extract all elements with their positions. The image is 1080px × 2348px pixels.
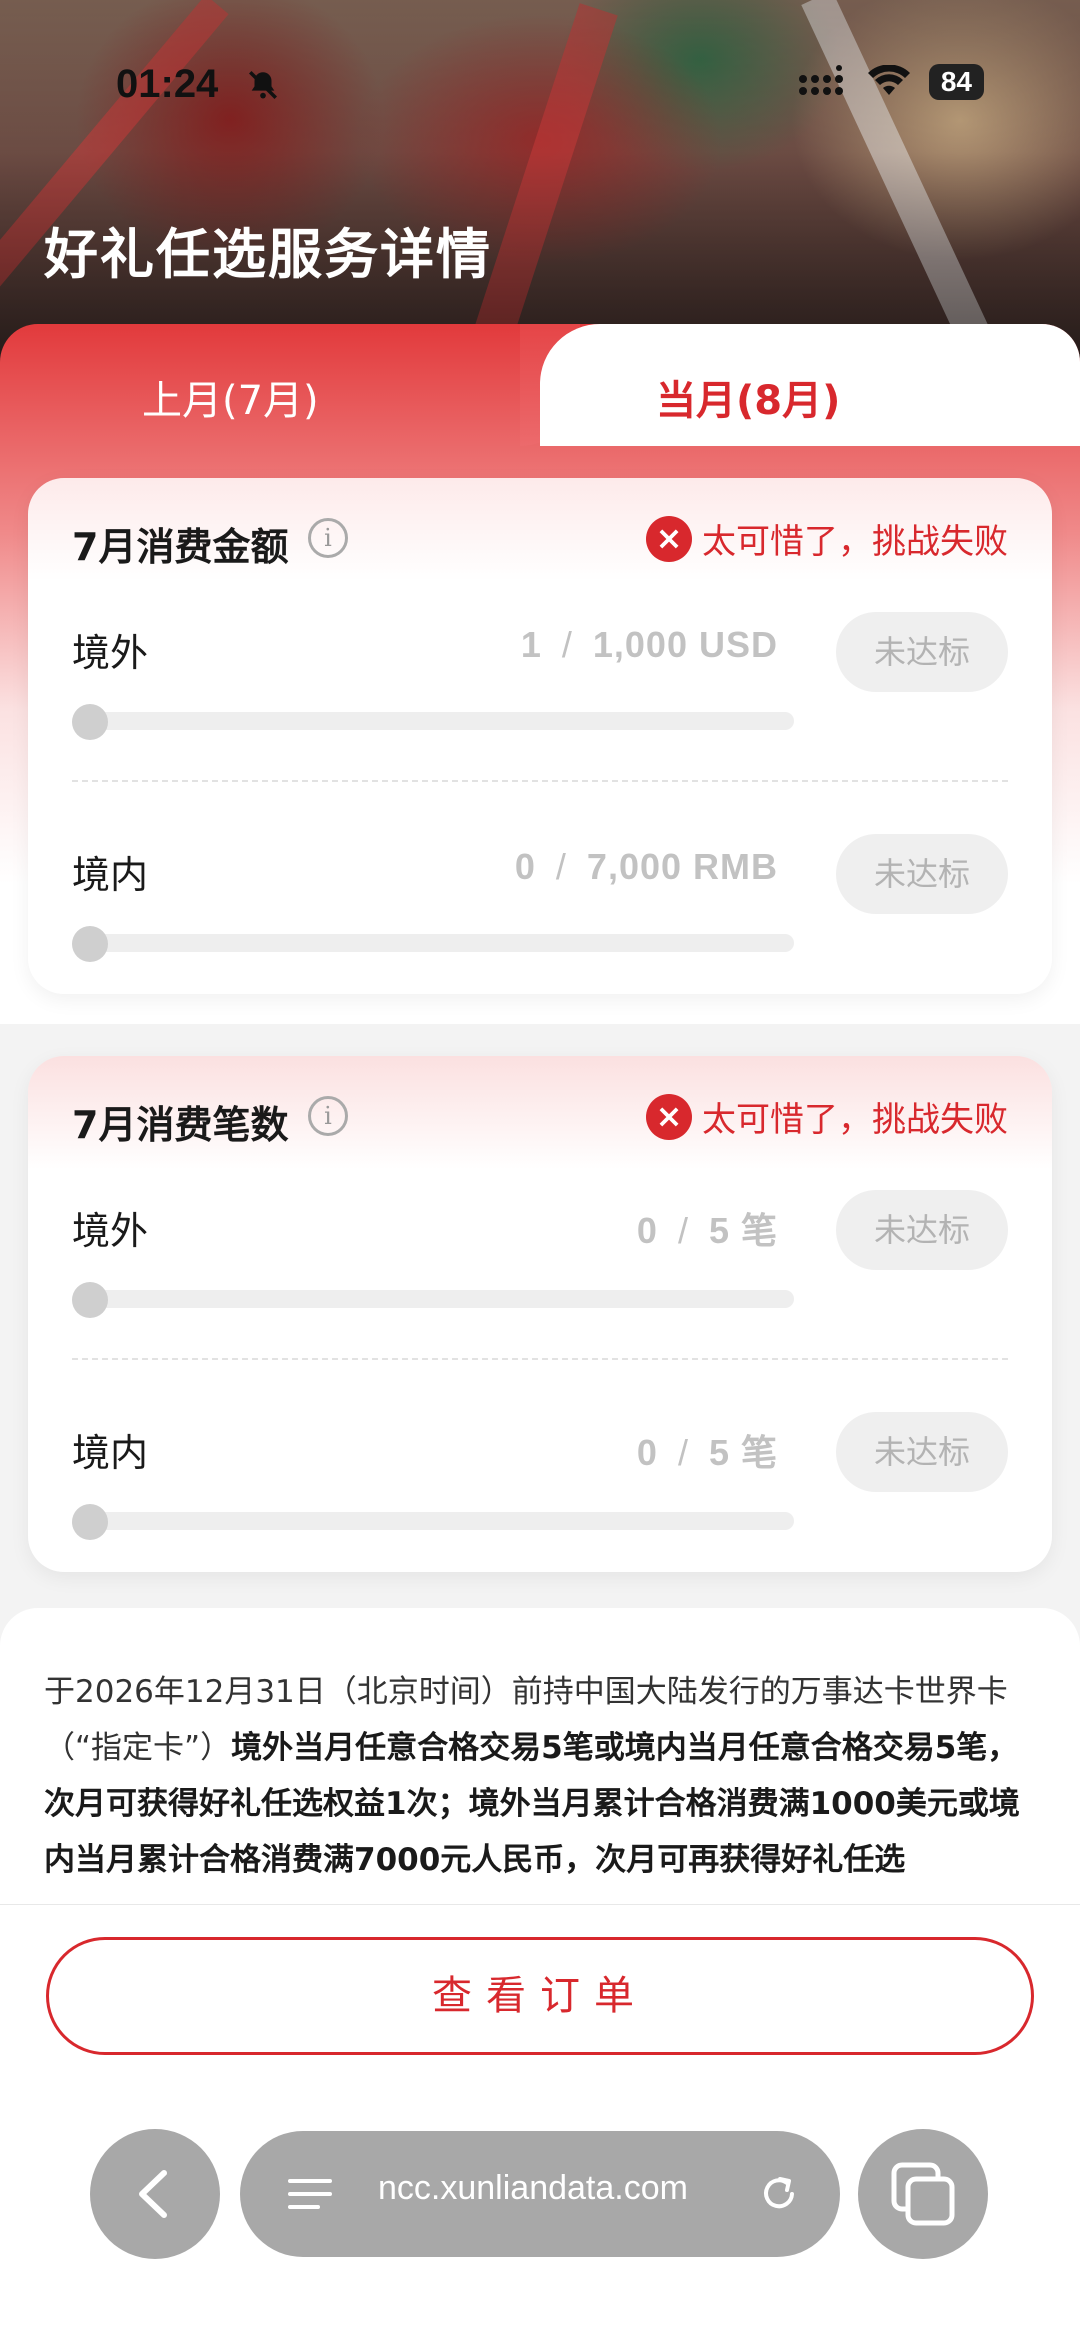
browser-tabs-button[interactable] bbox=[858, 2129, 988, 2259]
progress-track bbox=[72, 934, 794, 952]
status-indicators: 84 bbox=[797, 64, 984, 100]
tab-current-month-label[interactable]: 当月(8月) bbox=[656, 368, 840, 426]
divider bbox=[72, 1358, 1008, 1360]
row-label: 境外 bbox=[72, 631, 149, 675]
progress-value: 1/1,000 USD bbox=[520, 624, 778, 665]
divider bbox=[72, 780, 1008, 782]
spending-amount-card: 7月消费金额 i × 太可惜了，挑战失败 境外 1/1,000 USD 未达标 … bbox=[28, 478, 1052, 994]
status-bar: 01:24 84 bbox=[0, 56, 1080, 116]
status-button[interactable]: 未达标 bbox=[836, 1412, 1008, 1492]
terms-description: 于2026年12月31日（北京时间）前持中国大陆发行的万事达卡世界卡（“指定卡”… bbox=[0, 1608, 1080, 1908]
status-time: 01:24 bbox=[116, 62, 219, 106]
progress-value: 0/5 笔 bbox=[636, 1432, 778, 1473]
card-title: 7月消费金额 bbox=[72, 525, 289, 569]
progress-thumb bbox=[72, 1504, 108, 1540]
url-text: ncc.xunliandata.com bbox=[378, 2169, 688, 2207]
row-label: 境内 bbox=[72, 853, 149, 897]
status-button[interactable]: 未达标 bbox=[836, 1190, 1008, 1270]
tabs-icon bbox=[891, 2162, 955, 2226]
progress-thumb bbox=[72, 926, 108, 962]
tab-last-month[interactable]: 上月(7月) bbox=[142, 368, 319, 426]
terms-text: 于2026年12月31日（北京时间）前持中国大陆发行的万事达卡世界卡（“指定卡”… bbox=[44, 1674, 1020, 1878]
status-badge: × 太可惜了，挑战失败 bbox=[646, 1092, 1008, 1141]
progress-track bbox=[72, 712, 794, 730]
info-icon[interactable]: i bbox=[308, 1096, 348, 1136]
status-button[interactable]: 未达标 bbox=[836, 612, 1008, 692]
row-label: 境内 bbox=[72, 1431, 149, 1475]
browser-address-bar[interactable]: ncc.xunliandata.com bbox=[240, 2131, 840, 2257]
reload-icon[interactable] bbox=[754, 2169, 804, 2219]
progress-row-overseas: 境外 0/5 笔 未达标 bbox=[28, 1190, 1052, 1380]
browser-back-button[interactable] bbox=[90, 2129, 220, 2259]
card-title: 7月消费笔数 bbox=[72, 1103, 289, 1147]
signal-icon bbox=[798, 65, 843, 95]
bell-slash-icon bbox=[248, 70, 278, 100]
status-text: 太可惜了，挑战失败 bbox=[702, 522, 1008, 562]
menu-icon bbox=[288, 2179, 332, 2209]
row-label: 境外 bbox=[72, 1209, 149, 1253]
status-badge: × 太可惜了，挑战失败 bbox=[646, 514, 1008, 563]
status-button[interactable]: 未达标 bbox=[836, 834, 1008, 914]
progress-value: 0/7,000 RMB bbox=[514, 846, 778, 887]
progress-thumb bbox=[72, 704, 108, 740]
page-title: 好礼任选服务详情 bbox=[44, 223, 492, 286]
close-circle-icon: × bbox=[646, 1093, 692, 1140]
progress-row-domestic: 境内 0/5 笔 未达标 bbox=[28, 1412, 1052, 1602]
progress-row-domestic: 境内 0/7,000 RMB 未达标 bbox=[28, 834, 1052, 1024]
progress-track bbox=[72, 1290, 794, 1308]
status-text: 太可惜了，挑战失败 bbox=[702, 1100, 1008, 1140]
progress-thumb bbox=[72, 1282, 108, 1318]
info-icon[interactable]: i bbox=[308, 518, 348, 558]
bottom-bar: 查看订单 ncc.xunliandata.com bbox=[0, 1904, 1080, 2348]
view-orders-button[interactable]: 查看订单 bbox=[46, 1937, 1034, 2055]
battery-icon: 84 bbox=[928, 64, 984, 100]
transaction-count-card: 7月消费笔数 i × 太可惜了，挑战失败 境外 0/5 笔 未达标 境内 0/5… bbox=[28, 1056, 1052, 1572]
progress-track bbox=[72, 1512, 794, 1530]
progress-value: 0/5 笔 bbox=[636, 1210, 778, 1251]
close-circle-icon: × bbox=[646, 515, 692, 562]
wifi-icon bbox=[867, 65, 910, 95]
chevron-left-icon bbox=[139, 2170, 167, 2218]
progress-row-overseas: 境外 1/1,000 USD 未达标 bbox=[28, 612, 1052, 802]
